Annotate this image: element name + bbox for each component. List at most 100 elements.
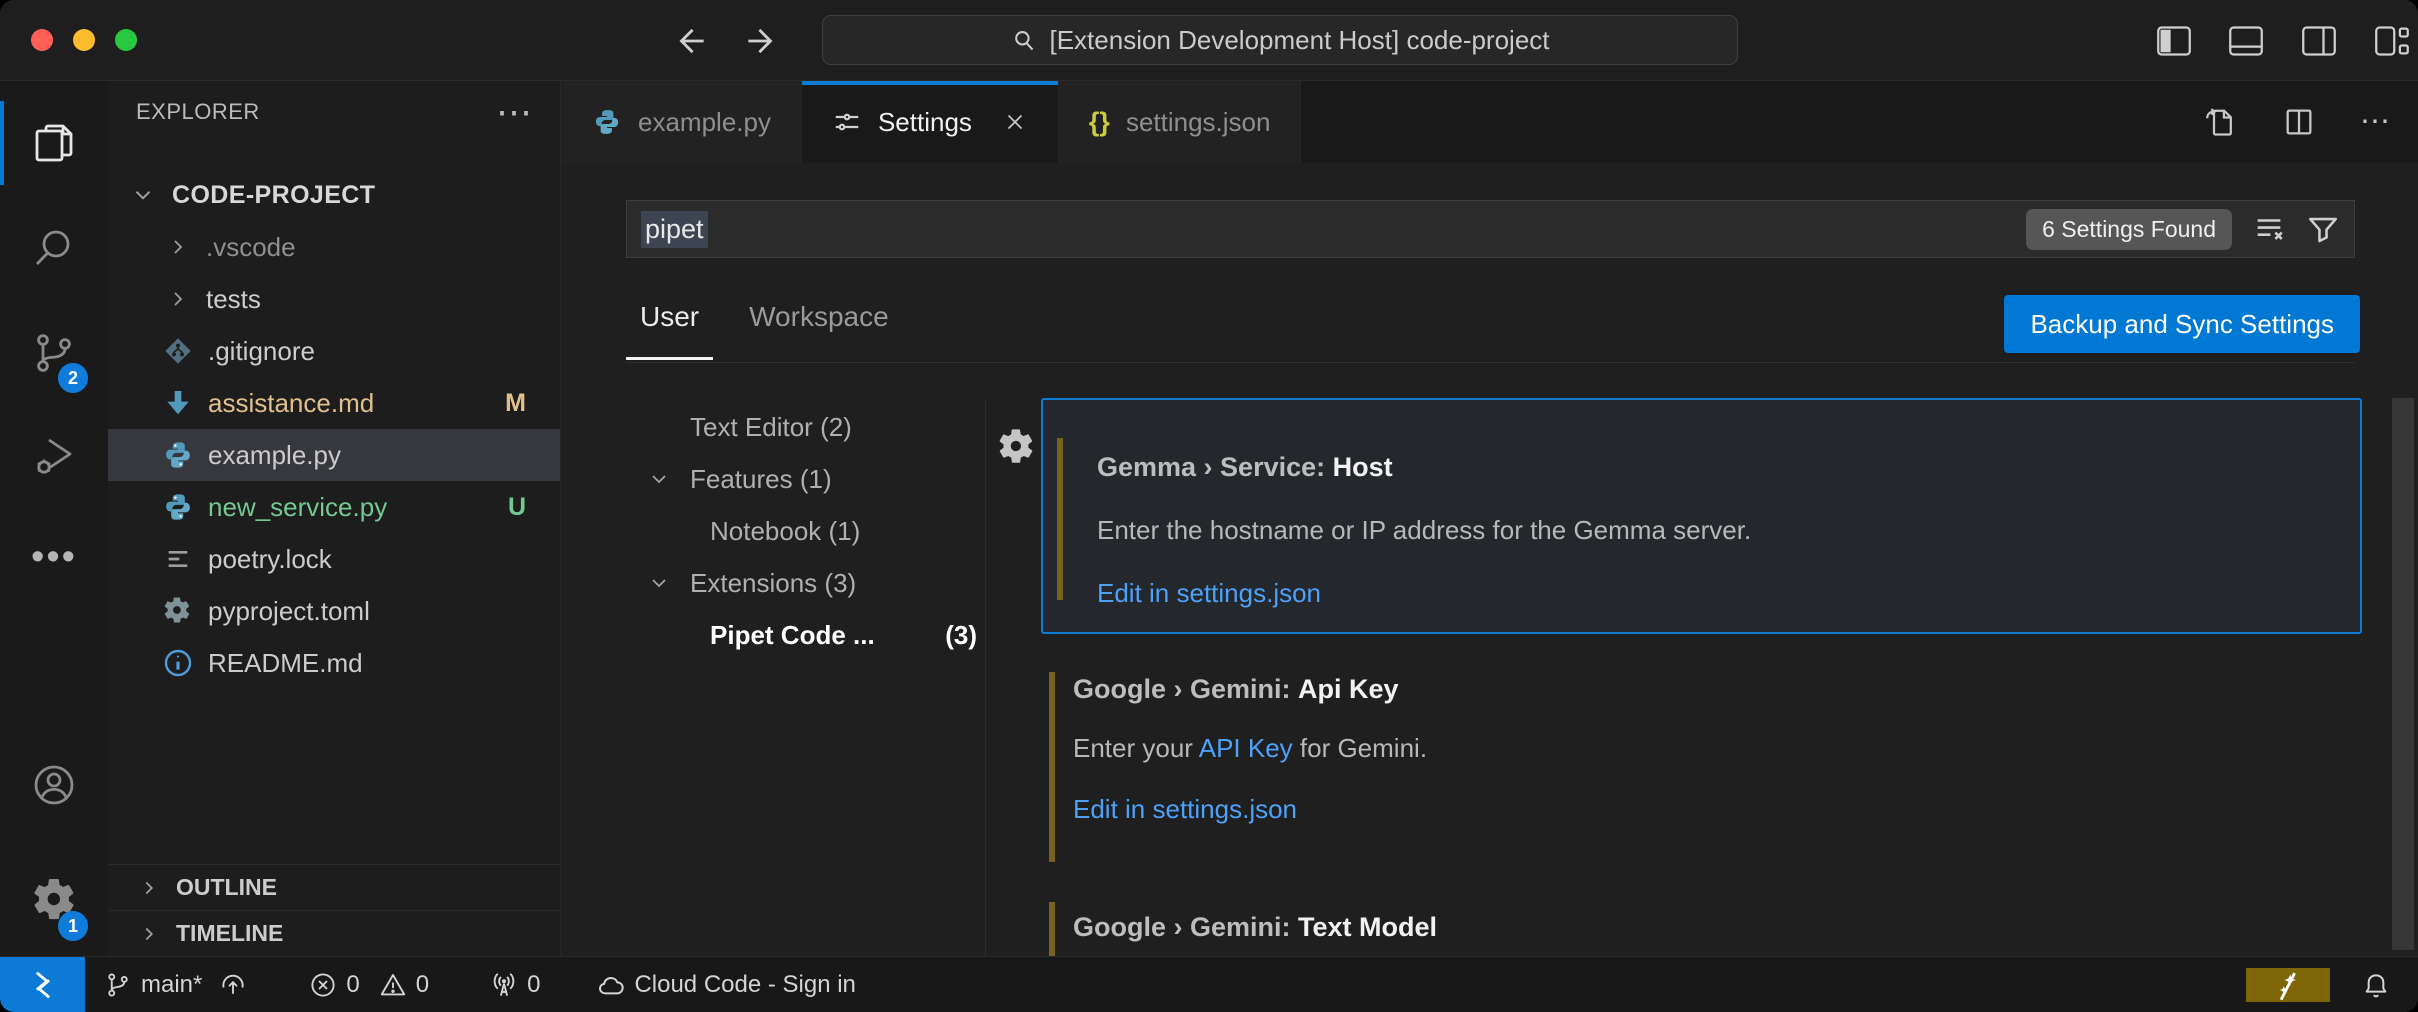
setting-entry-gemma-service-host[interactable]: Gemma › Service: Host Enter the hostname… bbox=[1041, 398, 2362, 634]
setting-gear-icon[interactable] bbox=[996, 426, 1036, 466]
vertical-scrollbar[interactable] bbox=[2392, 398, 2414, 950]
notifications-bell-icon[interactable] bbox=[2360, 969, 2392, 1001]
tab-settings-json[interactable]: {} settings.json bbox=[1059, 81, 1302, 163]
setting-entry-google-gemini-api-key[interactable]: Google › Gemini: Api Key Enter your API … bbox=[1041, 660, 2362, 900]
git-branch-status-item[interactable]: main* bbox=[103, 970, 248, 1000]
command-center[interactable]: [Extension Development Host] code-projec… bbox=[822, 15, 1738, 65]
problems-status-item[interactable]: 0 0 bbox=[308, 970, 429, 1000]
zoom-window-button[interactable] bbox=[115, 29, 137, 51]
close-tab-icon[interactable] bbox=[1002, 109, 1028, 135]
minimize-window-button[interactable] bbox=[73, 29, 95, 51]
settings-search-input[interactable]: pipet 6 Settings Found bbox=[626, 200, 2355, 258]
explorer-sidebar: EXPLORER ⋯ CODE-PROJECT .vscode tests .g… bbox=[108, 81, 561, 956]
cloud-icon bbox=[596, 970, 626, 1000]
settings-toc: Text Editor (2) Features (1) Notebook (1… bbox=[626, 401, 985, 661]
active-tab-indicator bbox=[802, 81, 1058, 85]
customize-layout-icon[interactable] bbox=[2374, 25, 2410, 57]
toml-gear-icon bbox=[162, 595, 194, 627]
split-editor-icon[interactable] bbox=[2282, 105, 2316, 139]
outline-section-header[interactable]: OUTLINE bbox=[108, 864, 560, 910]
git-file-icon bbox=[162, 335, 194, 367]
results-count-badge: 6 Settings Found bbox=[2026, 209, 2232, 250]
python-file-icon bbox=[592, 107, 622, 137]
manage-badge: 1 bbox=[58, 911, 88, 941]
edit-in-settings-json-link[interactable]: Edit in settings.json bbox=[1073, 794, 1297, 825]
navigate-forward-icon[interactable] bbox=[742, 22, 780, 60]
toc-splitter[interactable] bbox=[985, 401, 986, 956]
branch-icon bbox=[103, 970, 133, 1000]
modified-indicator bbox=[1049, 672, 1055, 862]
toc-item-text-editor[interactable]: Text Editor (2) bbox=[626, 401, 985, 453]
ports-count: 0 bbox=[527, 971, 540, 999]
lock-file-lines-icon bbox=[162, 543, 194, 575]
tree-item-assistance-md[interactable]: assistance.md M bbox=[108, 377, 560, 429]
toc-item-extensions[interactable]: Extensions (3) bbox=[626, 557, 985, 609]
remote-indicator[interactable] bbox=[0, 957, 85, 1012]
tab-settings[interactable]: Settings bbox=[802, 81, 1059, 163]
tree-item-gitignore[interactable]: .gitignore bbox=[108, 325, 560, 377]
toggle-secondary-sidebar-icon[interactable] bbox=[2301, 25, 2337, 57]
accounts-icon[interactable] bbox=[0, 739, 108, 831]
git-status-badge: M bbox=[505, 389, 526, 418]
toc-item-notebook[interactable]: Notebook (1) bbox=[626, 505, 985, 557]
vscode-window: [Extension Development Host] code-projec… bbox=[0, 0, 2418, 1012]
source-control-icon[interactable]: 2 bbox=[0, 307, 108, 399]
toggle-primary-sidebar-icon[interactable] bbox=[2156, 25, 2192, 57]
toc-item-pipet-code[interactable]: Pipet Code ... (3) bbox=[626, 609, 985, 661]
explorer-more-actions-icon[interactable]: ⋯ bbox=[496, 105, 532, 119]
tree-item-example-py[interactable]: example.py bbox=[108, 429, 560, 481]
git-status-badge: U bbox=[508, 493, 526, 522]
python-file-icon bbox=[162, 491, 194, 523]
cloud-code-status-item[interactable]: Cloud Code - Sign in bbox=[596, 970, 855, 1000]
scope-tab-workspace[interactable]: Workspace bbox=[735, 301, 903, 361]
errors-count: 0 bbox=[346, 971, 359, 999]
modified-indicator bbox=[1057, 438, 1063, 600]
manage-gear-icon[interactable]: 1 bbox=[0, 853, 108, 945]
settings-body: Text Editor (2) Features (1) Notebook (1… bbox=[562, 398, 2418, 956]
explorer-icon[interactable] bbox=[0, 97, 108, 189]
toc-item-features[interactable]: Features (1) bbox=[626, 453, 985, 505]
chevron-right-icon bbox=[166, 235, 190, 259]
setting-entry-google-gemini-text-model[interactable]: Google › Gemini: Text Model bbox=[1041, 902, 2362, 956]
tree-root-folder[interactable]: CODE-PROJECT bbox=[108, 169, 560, 221]
settings-search-value: pipet bbox=[641, 211, 708, 248]
edit-in-settings-json-link[interactable]: Edit in settings.json bbox=[1097, 578, 1321, 609]
activity-bar: 2 ••• 1 bbox=[0, 81, 108, 956]
file-tree: CODE-PROJECT .vscode tests .gitignore as… bbox=[108, 169, 560, 689]
search-view-icon[interactable] bbox=[0, 202, 108, 294]
filter-funnel-icon[interactable] bbox=[2306, 212, 2340, 246]
chevron-down-icon bbox=[647, 467, 671, 491]
info-file-icon bbox=[162, 647, 194, 679]
editor-area: example.py Settings {} settings.json ⋯ p… bbox=[562, 81, 2418, 956]
copilot-disabled-status-item[interactable] bbox=[2246, 968, 2330, 1002]
tree-item-vscode[interactable]: .vscode bbox=[108, 221, 560, 273]
search-icon bbox=[1010, 27, 1037, 54]
scope-tab-user[interactable]: User bbox=[626, 301, 713, 361]
tree-item-new-service-py[interactable]: new_service.py U bbox=[108, 481, 560, 533]
navigate-back-icon[interactable] bbox=[672, 22, 710, 60]
tree-item-pyproject-toml[interactable]: pyproject.toml bbox=[108, 585, 560, 637]
tab-example-py[interactable]: example.py bbox=[562, 81, 802, 163]
chevron-right-icon bbox=[138, 923, 160, 945]
window-title: [Extension Development Host] code-projec… bbox=[1049, 25, 1549, 56]
warnings-icon bbox=[378, 970, 408, 1000]
additional-views-icon[interactable]: ••• bbox=[0, 511, 108, 603]
errors-icon bbox=[308, 970, 338, 1000]
ports-status-item[interactable]: 0 bbox=[489, 970, 540, 1000]
open-settings-json-icon[interactable] bbox=[2202, 104, 2238, 140]
cloud-code-label: Cloud Code - Sign in bbox=[634, 971, 855, 999]
toggle-panel-icon[interactable] bbox=[2228, 25, 2264, 57]
radio-tower-icon bbox=[489, 970, 519, 1000]
publish-sync-icon bbox=[218, 970, 248, 1000]
settings-editor: pipet 6 Settings Found User Workspace Ba… bbox=[562, 163, 2418, 956]
backup-sync-settings-button[interactable]: Backup and Sync Settings bbox=[2004, 295, 2360, 353]
clear-search-filters-icon[interactable] bbox=[2252, 212, 2286, 246]
tree-item-tests[interactable]: tests bbox=[108, 273, 560, 325]
close-window-button[interactable] bbox=[31, 29, 53, 51]
timeline-section-header[interactable]: TIMELINE bbox=[108, 910, 560, 956]
run-debug-icon[interactable] bbox=[0, 410, 108, 502]
tree-item-readme-md[interactable]: README.md bbox=[108, 637, 560, 689]
chevron-right-icon bbox=[138, 877, 160, 899]
more-actions-icon[interactable]: ⋯ bbox=[2360, 107, 2392, 137]
tree-item-poetry-lock[interactable]: poetry.lock bbox=[108, 533, 560, 585]
